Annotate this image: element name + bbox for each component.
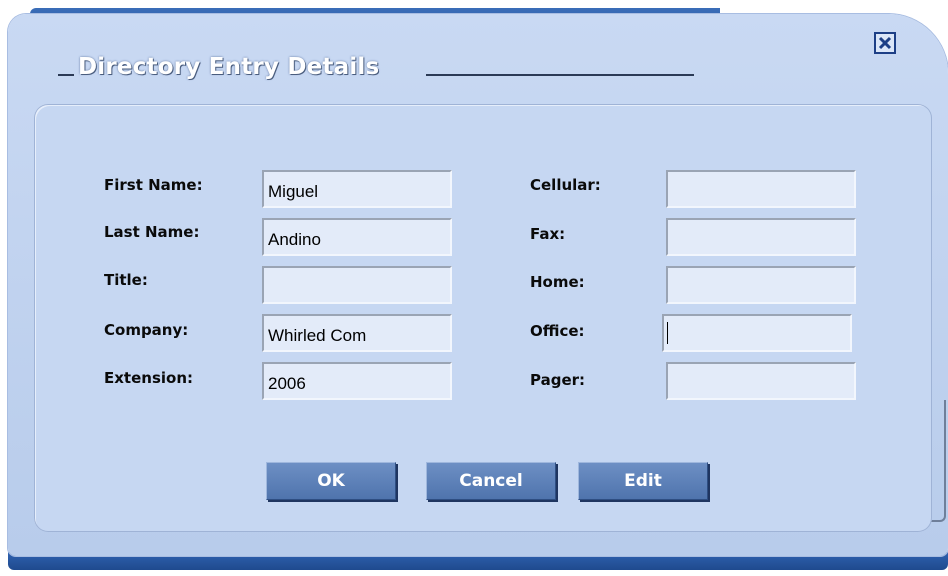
home-field[interactable] [666, 266, 856, 304]
dialog-title: Directory Entry Details [78, 54, 380, 80]
cancel-button[interactable]: Cancel [426, 462, 556, 500]
label-pager: Pager: [530, 371, 586, 389]
fax-field[interactable] [666, 218, 856, 256]
extension-field[interactable] [262, 362, 452, 400]
close-icon [878, 36, 892, 50]
label-first-name: First Name: [104, 176, 203, 194]
text-caret [667, 322, 668, 344]
cellular-field[interactable] [666, 170, 856, 208]
last-name-field[interactable] [262, 218, 452, 256]
label-office: Office: [530, 322, 585, 340]
pager-field[interactable] [666, 362, 856, 400]
label-cellular: Cellular: [530, 176, 601, 194]
title-rule-right [426, 74, 694, 76]
ok-button[interactable]: OK [266, 462, 396, 500]
company-field[interactable] [262, 314, 452, 352]
label-title: Title: [104, 271, 148, 289]
edit-button[interactable]: Edit [578, 462, 708, 500]
title-field[interactable] [262, 266, 452, 304]
close-button[interactable] [874, 32, 896, 54]
label-home: Home: [530, 273, 585, 291]
office-field[interactable] [662, 314, 852, 352]
label-company: Company: [104, 321, 189, 339]
label-extension: Extension: [104, 369, 193, 387]
first-name-field[interactable] [262, 170, 452, 208]
window-corner-decoration [930, 400, 946, 522]
label-fax: Fax: [530, 225, 566, 243]
label-last-name: Last Name: [104, 223, 200, 241]
title-rule-left [58, 74, 74, 76]
